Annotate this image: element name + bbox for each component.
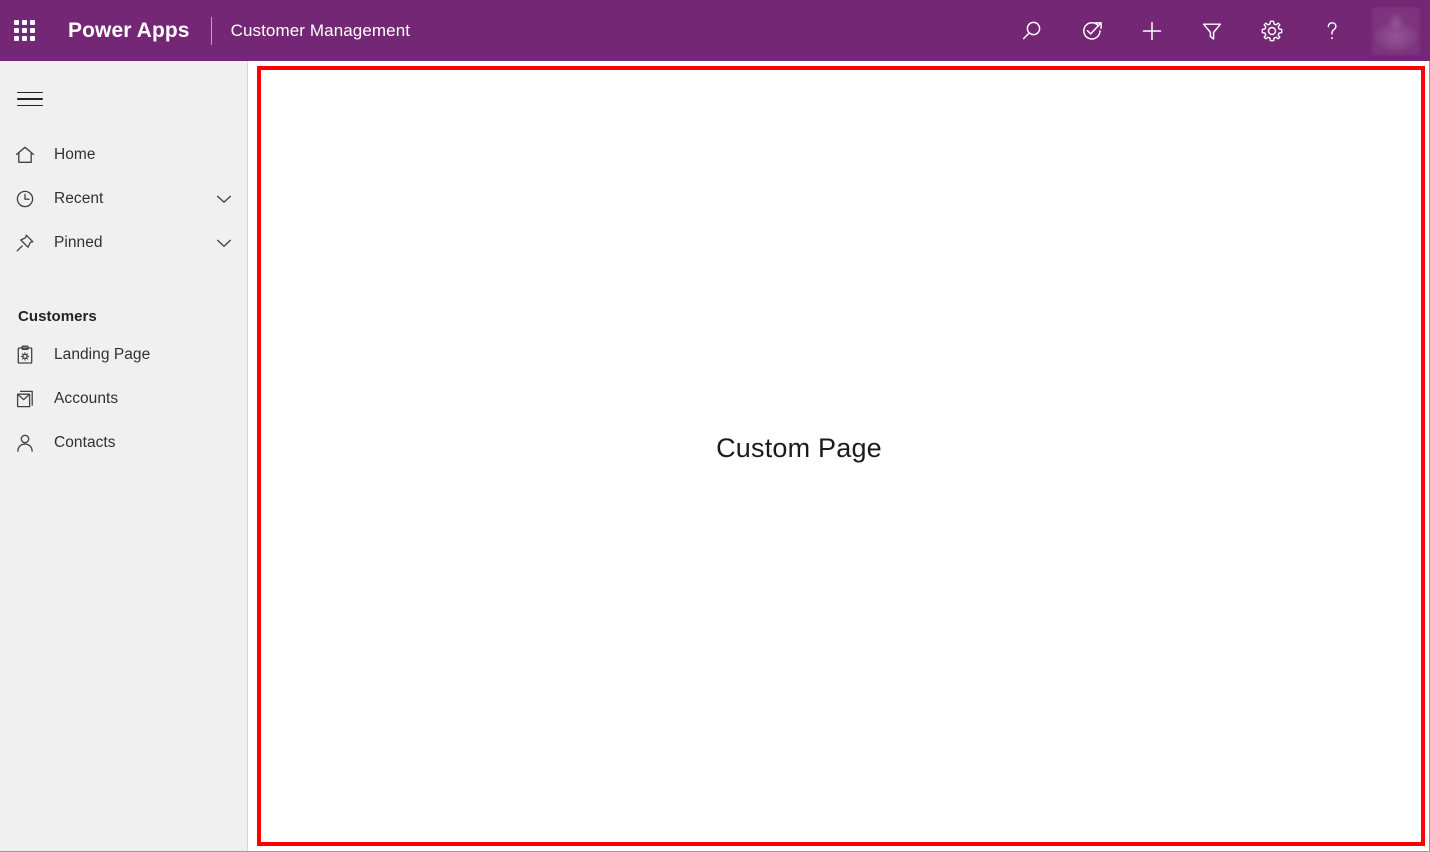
clock-icon bbox=[14, 187, 42, 211]
sidebar-item-label: Home bbox=[42, 146, 96, 164]
brand-title[interactable]: Power Apps bbox=[48, 19, 190, 43]
chevron-down-icon[interactable] bbox=[213, 232, 235, 254]
app-name-title: Customer Management bbox=[231, 21, 411, 41]
waffle-dot bbox=[30, 36, 35, 41]
new-icon[interactable] bbox=[1132, 7, 1172, 55]
pin-icon bbox=[14, 231, 42, 255]
waffle-dot bbox=[22, 20, 27, 25]
hamburger-line bbox=[17, 98, 43, 100]
app-header: Power Apps Customer Management bbox=[0, 0, 1430, 61]
main-content: Custom Page bbox=[248, 61, 1430, 852]
waffle-dot bbox=[22, 36, 27, 41]
sidebar-item-accounts[interactable]: Accounts bbox=[0, 377, 247, 421]
sidebar-group-title: Customers bbox=[0, 308, 247, 325]
hamburger-line bbox=[17, 92, 43, 94]
accounts-icon bbox=[14, 387, 42, 411]
contact-person-icon bbox=[14, 431, 42, 455]
sidebar-item-recent[interactable]: Recent bbox=[0, 177, 247, 221]
sidebar-primary-nav: Home Recent bbox=[0, 133, 247, 265]
filter-icon[interactable] bbox=[1192, 7, 1232, 55]
sidebar-toggle-wrap bbox=[0, 75, 247, 123]
sidebar-item-pinned[interactable]: Pinned bbox=[0, 221, 247, 265]
settings-icon[interactable] bbox=[1252, 7, 1292, 55]
sidebar-item-label: Accounts bbox=[42, 390, 118, 408]
sidebar-item-label: Contacts bbox=[42, 434, 116, 452]
waffle-grid-dots bbox=[14, 20, 35, 41]
sidebar-group-nav: Landing Page Accounts bbox=[0, 333, 247, 465]
help-icon[interactable] bbox=[1312, 7, 1352, 55]
custom-page-canvas[interactable]: Custom Page bbox=[257, 66, 1425, 846]
waffle-dot bbox=[14, 28, 19, 33]
sidebar: Home Recent bbox=[0, 61, 248, 852]
waffle-dot bbox=[14, 36, 19, 41]
sidebar-item-landing-page[interactable]: Landing Page bbox=[0, 333, 247, 377]
clipboard-gear-icon bbox=[14, 343, 42, 367]
waffle-dot bbox=[30, 28, 35, 33]
hamburger-line bbox=[17, 105, 43, 107]
diagnostics-icon[interactable] bbox=[1072, 7, 1112, 55]
search-icon[interactable] bbox=[1012, 7, 1052, 55]
chevron-down-icon[interactable] bbox=[213, 188, 235, 210]
avatar[interactable] bbox=[1372, 7, 1420, 55]
header-actions bbox=[1002, 0, 1430, 61]
waffle-dot bbox=[30, 20, 35, 25]
app-body: Home Recent bbox=[0, 61, 1430, 852]
home-icon bbox=[14, 143, 42, 167]
hamburger-menu-icon[interactable] bbox=[15, 87, 45, 111]
sidebar-item-label: Landing Page bbox=[42, 346, 150, 364]
waffle-dot bbox=[22, 28, 27, 33]
sidebar-item-home[interactable]: Home bbox=[0, 133, 247, 177]
power-apps-window: Power Apps Customer Management bbox=[0, 0, 1430, 852]
sidebar-item-label: Pinned bbox=[42, 234, 103, 252]
waffle-dot bbox=[14, 20, 19, 25]
sidebar-item-contacts[interactable]: Contacts bbox=[0, 421, 247, 465]
sidebar-item-label: Recent bbox=[42, 190, 103, 208]
custom-page-label: Custom Page bbox=[716, 433, 882, 464]
header-divider bbox=[211, 17, 212, 45]
waffle-grid-icon[interactable] bbox=[0, 0, 48, 61]
